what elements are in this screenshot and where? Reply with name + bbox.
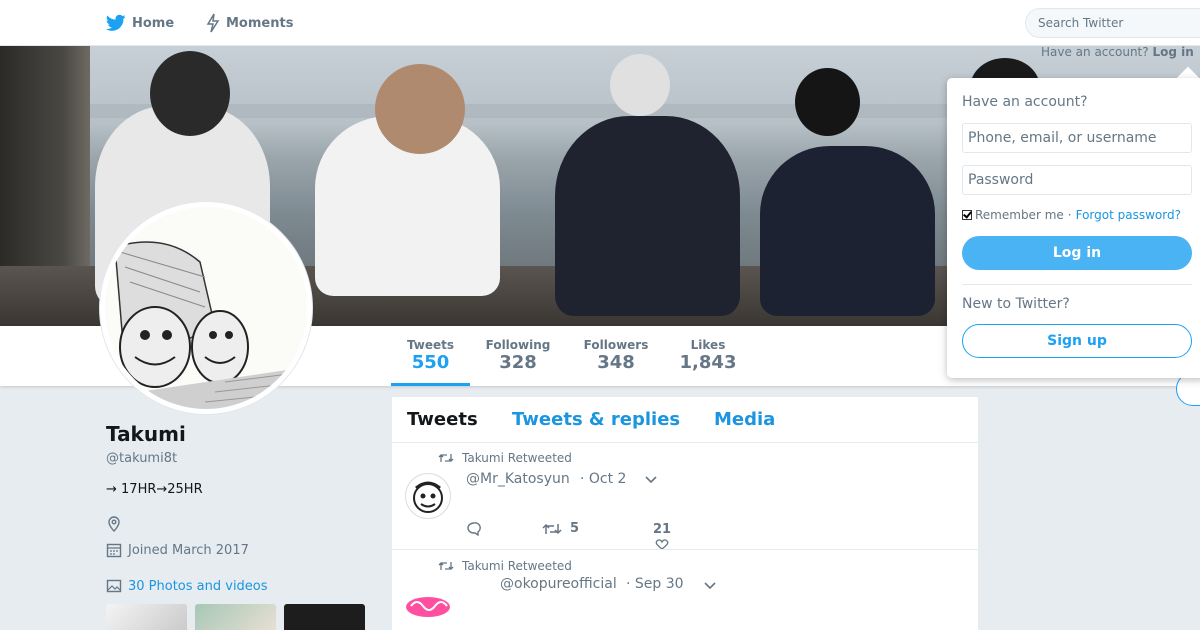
password-field[interactable]: Password: [962, 165, 1192, 195]
nav-home-label: Home: [132, 15, 175, 31]
remember-row: Remember me · Forgot password?: [962, 208, 1181, 222]
photo-thumbnail[interactable]: [106, 604, 187, 630]
image-icon: [106, 579, 122, 593]
remember-label[interactable]: Remember me: [975, 208, 1064, 222]
banner-head: [795, 68, 860, 136]
tab-tweets[interactable]: Tweets: [407, 409, 478, 430]
tweet-timestamp[interactable]: · Oct 2: [580, 471, 626, 487]
retweet-icon: [438, 562, 454, 570]
timeline: Tweets Tweets & replies Media Takumi Ret…: [392, 397, 978, 630]
popup-divider: [962, 284, 1192, 285]
calendar-icon: [106, 543, 122, 558]
avatar-drawing: [413, 481, 443, 513]
stat-followers[interactable]: Followers 348: [576, 326, 656, 386]
have-account-bar: Have an account? Log in: [1041, 45, 1194, 59]
nav-moments[interactable]: Moments: [206, 12, 293, 34]
tweet-avatar[interactable]: [405, 584, 451, 630]
profile-handle[interactable]: @takumi8t: [106, 451, 177, 466]
stat-value: 550: [411, 352, 450, 373]
profile-bio: → 17HR→25HR: [106, 482, 203, 497]
nav-moments-label: Moments: [226, 15, 294, 31]
retweet-context: Takumi Retweeted: [438, 559, 572, 573]
reply-icon: [467, 522, 481, 537]
like-count: 21: [652, 522, 672, 537]
retweet-icon: [438, 454, 454, 462]
remember-checkbox[interactable]: [962, 210, 972, 220]
retweet-icon: [542, 523, 562, 534]
tweet-username[interactable]: @Mr_Katosyun: [466, 471, 570, 487]
stat-following[interactable]: Following 328: [478, 326, 558, 386]
login-link[interactable]: Log in: [1152, 45, 1193, 59]
stat-label: Likes: [690, 338, 726, 352]
tab-media[interactable]: Media: [714, 409, 775, 430]
profile-avatar[interactable]: [100, 202, 312, 414]
retweet-count: 5: [570, 521, 580, 536]
stat-label: Following: [485, 338, 551, 352]
top-navigation: Home Moments Search Twitter: [0, 0, 1200, 46]
retweet-context: Takumi Retweeted: [438, 451, 572, 465]
stat-value: 348: [597, 352, 635, 373]
login-popup: Have an account? Phone, email, or userna…: [947, 78, 1200, 378]
banner-head: [610, 54, 670, 116]
signup-button[interactable]: Sign up: [962, 324, 1192, 358]
photo-thumbnail[interactable]: [284, 604, 365, 630]
stat-tweets[interactable]: Tweets 550: [391, 326, 470, 386]
reply-button[interactable]: [466, 521, 490, 537]
retweet-label: Takumi Retweeted: [462, 559, 572, 573]
tab-tweets-replies[interactable]: Tweets & replies: [512, 409, 680, 430]
tweet-item[interactable]: Takumi Retweeted @Mr_Katosyun · Oct 2 5 …: [392, 443, 978, 550]
lightning-icon: [206, 13, 220, 33]
stat-likes[interactable]: Likes 1,843: [672, 326, 744, 386]
joined-label: Joined March 2017: [128, 542, 249, 558]
new-to-twitter-label: New to Twitter?: [962, 296, 1070, 312]
avatar-sketch: [105, 207, 307, 409]
banner-person: [555, 116, 740, 316]
photos-link[interactable]: 30 Photos and videos: [128, 579, 268, 594]
tweet-timestamp[interactable]: · Sep 30: [626, 576, 684, 592]
location-pin-icon: [108, 516, 120, 532]
remember-separator: ·: [1067, 208, 1072, 222]
tweet-item[interactable]: Takumi Retweeted @okopureofficial · Sep …: [392, 550, 978, 630]
avatar-logo: [406, 597, 450, 617]
search-input[interactable]: Search Twitter: [1025, 8, 1200, 38]
banner-person: [760, 146, 935, 316]
banner-head: [150, 51, 230, 136]
tweet-avatar[interactable]: [405, 473, 451, 519]
retweet-label: Takumi Retweeted: [462, 451, 572, 465]
chevron-down-icon[interactable]: [703, 581, 717, 591]
nav-home[interactable]: Home: [106, 12, 174, 34]
stat-label: Followers: [583, 338, 649, 352]
login-button[interactable]: Log in: [962, 236, 1192, 270]
like-button[interactable]: 21: [652, 522, 672, 549]
stat-value: 328: [499, 352, 537, 373]
timeline-tabs: Tweets Tweets & replies Media: [392, 397, 978, 443]
profile-name[interactable]: Takumi: [106, 422, 186, 446]
login-popup-title: Have an account?: [962, 94, 1088, 110]
heart-icon: [655, 539, 669, 549]
stat-value: 1,843: [679, 352, 737, 373]
retweet-button[interactable]: 5: [542, 521, 579, 536]
banner-head: [375, 64, 465, 154]
profile-location: [106, 516, 128, 532]
forgot-password-link[interactable]: Forgot password?: [1076, 208, 1181, 222]
profile-joined: Joined March 2017: [106, 542, 249, 558]
have-account-prefix: Have an account?: [1041, 45, 1149, 59]
username-field[interactable]: Phone, email, or username: [962, 123, 1192, 153]
twitter-bird-icon: [106, 14, 126, 31]
chevron-down-icon[interactable]: [644, 475, 658, 485]
stat-label: Tweets: [406, 338, 455, 352]
tweet-username[interactable]: @okopureofficial: [500, 576, 617, 592]
photo-thumbnail[interactable]: [195, 604, 276, 630]
profile-photos[interactable]: 30 Photos and videos: [106, 578, 268, 594]
